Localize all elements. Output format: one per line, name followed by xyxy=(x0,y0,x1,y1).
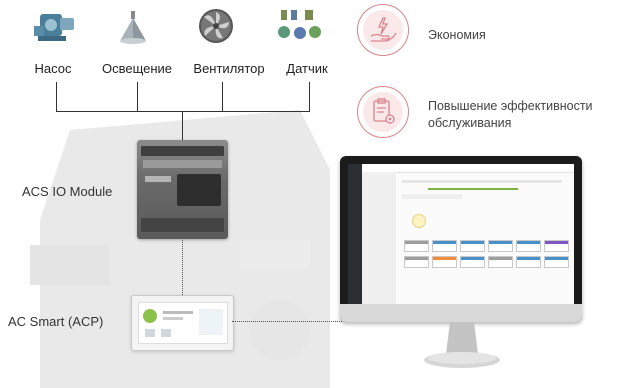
connector-bus xyxy=(56,111,310,112)
lamp-icon xyxy=(120,11,146,44)
device-label-fan: Вентилятор xyxy=(193,61,265,76)
pump-icon xyxy=(34,14,74,41)
dotted-connector-module-acp xyxy=(182,240,183,295)
monitor-screen xyxy=(348,164,574,304)
benefit-economy-badge xyxy=(357,4,409,56)
connector-sensor xyxy=(309,82,310,112)
hand-energy-icon xyxy=(370,17,397,42)
fan-icon xyxy=(199,9,233,43)
io-module-device xyxy=(137,140,228,239)
connector-lighting xyxy=(137,82,138,112)
device-label-sensor: Датчик xyxy=(286,61,328,76)
benefit-maintenance-badge xyxy=(357,86,409,138)
ac-smart-label: AC Smart (ACP) xyxy=(8,314,104,329)
connector-module xyxy=(182,111,183,141)
connector-fan xyxy=(222,82,223,112)
device-label-pump: Насос xyxy=(34,61,72,76)
ac-smart-device xyxy=(131,295,234,351)
io-module-label: ACS IO Module xyxy=(22,184,113,199)
dotted-connector-acp-monitor xyxy=(232,321,342,322)
benefit-economy-text: Экономия xyxy=(428,28,486,42)
monitor-stand xyxy=(424,322,500,368)
monitor xyxy=(340,156,582,322)
clipboard-gear-icon xyxy=(373,98,395,124)
device-label-lighting: Освещение xyxy=(101,61,173,76)
sensor-icon xyxy=(278,10,321,39)
benefit-maintenance-text: Повышение эффективности обслуживания xyxy=(428,99,593,130)
connector-pump xyxy=(56,82,57,112)
